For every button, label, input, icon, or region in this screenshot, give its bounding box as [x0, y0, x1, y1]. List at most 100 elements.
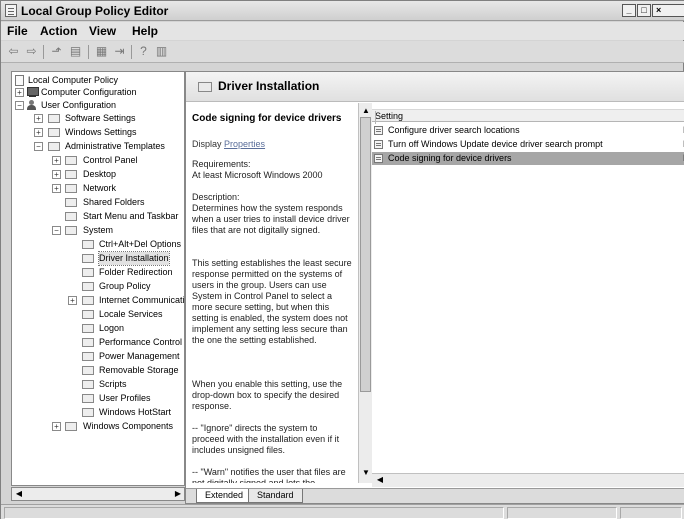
expand-icon[interactable]: +: [52, 422, 61, 431]
display-label: Display: [192, 139, 222, 149]
folder-icon: [82, 282, 94, 291]
tree-item-label: Start Menu and Taskbar: [83, 211, 179, 221]
menu-help[interactable]: Help: [132, 24, 158, 38]
tree-item-label: Windows Components: [83, 421, 174, 431]
list-item-label: Code signing for device drivers: [388, 153, 512, 163]
tab-extended[interactable]: Extended: [196, 489, 253, 503]
list-item-selected[interactable]: Code signing for device drivers N: [372, 152, 684, 165]
setting-icon: [374, 154, 383, 163]
details-header: Driver Installation: [186, 72, 684, 102]
collapse-icon[interactable]: −: [52, 226, 61, 235]
scroll-left-icon[interactable]: ◀: [374, 474, 386, 486]
column-divider[interactable]: [375, 111, 376, 124]
tree-item-label: User Profiles: [99, 393, 151, 403]
list-item-label: Turn off Windows Update device driver se…: [388, 139, 603, 149]
menu-action[interactable]: Action: [40, 24, 77, 38]
folder-icon: [198, 82, 212, 92]
properties-icon[interactable]: ▦: [93, 44, 110, 59]
folder-icon: [65, 170, 77, 179]
folder-icon: [82, 352, 94, 361]
maximize-button[interactable]: □: [637, 4, 651, 17]
expand-icon[interactable]: +: [52, 170, 61, 179]
menu-file[interactable]: File: [7, 24, 28, 38]
collapse-icon[interactable]: −: [15, 101, 24, 110]
tree-item-label: Scripts: [99, 379, 127, 389]
details-pane: Driver Installation Code signing for dev…: [185, 71, 684, 504]
show-hide-tree-icon[interactable]: ▤: [67, 44, 84, 59]
list-horizontal-scrollbar[interactable]: ◀: [372, 473, 684, 487]
folder-icon: [48, 114, 60, 123]
tab-standard[interactable]: Standard: [248, 489, 303, 503]
back-arrow-icon[interactable]: ⇦: [5, 44, 22, 59]
folder-icon: [48, 128, 60, 137]
status-bar: [1, 504, 684, 519]
tree-item-label: Performance Control: [99, 337, 183, 347]
toolbar-separator: [88, 45, 89, 59]
folder-icon: [82, 394, 94, 403]
expand-icon[interactable]: +: [52, 156, 61, 165]
details-folder-title: Driver Installation: [218, 79, 320, 93]
folder-icon: [65, 226, 77, 235]
toolbar-separator: [131, 45, 132, 59]
expand-icon[interactable]: +: [34, 114, 43, 123]
folder-icon: [82, 254, 94, 263]
display-properties-line: Display Properties: [192, 139, 265, 149]
list-item-label: Configure driver search locations: [388, 125, 520, 135]
app-window: Local Group Policy Editor _ □ × File Act…: [0, 0, 684, 519]
user-icon: [26, 100, 39, 111]
folder-icon: [65, 156, 77, 165]
tree-item-label: Shared Folders: [83, 197, 145, 207]
folder-icon: [82, 408, 94, 417]
folder-icon: [82, 240, 94, 249]
show-hide-action-pane-icon[interactable]: ▥: [153, 44, 170, 59]
up-folder-icon[interactable]: ⬏: [48, 44, 65, 59]
expand-icon[interactable]: +: [52, 184, 61, 193]
tree-item-label: Power Management: [99, 351, 180, 361]
scroll-up-icon[interactable]: ▲: [360, 105, 372, 117]
expand-icon[interactable]: +: [68, 296, 77, 305]
setting-icon: [374, 126, 383, 135]
scroll-right-icon[interactable]: ▶: [172, 488, 184, 500]
tree-horizontal-scrollbar[interactable]: ◀ ▶: [11, 487, 185, 501]
folder-icon: [65, 184, 77, 193]
folder-icon: [82, 310, 94, 319]
minimize-button[interactable]: _: [622, 4, 636, 17]
tree-item-label: Locale Services: [99, 309, 163, 319]
list-item[interactable]: Configure driver search locations N: [372, 124, 684, 137]
close-button[interactable]: ×: [652, 4, 684, 17]
selected-setting-title: Code signing for device drivers: [192, 113, 342, 124]
folder-icon: [82, 268, 94, 277]
scroll-down-icon[interactable]: ▼: [360, 467, 372, 479]
properties-link[interactable]: Properties: [224, 139, 265, 149]
status-segment: [620, 507, 682, 519]
folder-icon: [48, 142, 60, 151]
folder-icon: [82, 338, 94, 347]
collapse-icon[interactable]: −: [34, 142, 43, 151]
description-label: Description:: [192, 192, 240, 202]
scroll-left-icon[interactable]: ◀: [13, 488, 25, 500]
expand-icon[interactable]: +: [34, 128, 43, 137]
column-header-setting[interactable]: Setting: [372, 109, 684, 124]
tree-item-label: Group Policy: [99, 281, 151, 291]
tree-item-label: Windows HotStart: [99, 407, 172, 417]
requirements-value: At least Microsoft Windows 2000: [192, 170, 323, 180]
description-vertical-scrollbar[interactable]: ▲ ▼: [358, 103, 372, 483]
tree-item-label: Administrative Templates: [65, 141, 165, 151]
console-tree[interactable]: Local Computer Policy + Computer Configu…: [11, 71, 185, 486]
menu-view[interactable]: View: [89, 24, 116, 38]
forward-arrow-icon[interactable]: ⇨: [23, 44, 40, 59]
expand-icon[interactable]: +: [15, 88, 24, 97]
help-icon[interactable]: ?: [135, 44, 152, 59]
description-paragraph-4: -- "Ignore" directs the system to procee…: [192, 423, 340, 455]
list-item[interactable]: Turn off Windows Update device driver se…: [372, 138, 684, 151]
settings-list[interactable]: Setting Configure driver search location…: [372, 103, 684, 483]
tree-item-label: Logon: [99, 323, 125, 333]
tree-item-label: Desktop: [83, 169, 117, 179]
folder-icon: [82, 366, 94, 375]
folder-icon: [82, 380, 94, 389]
toolbar-separator: [43, 45, 44, 59]
export-list-icon[interactable]: ⇥: [111, 44, 128, 59]
folder-icon: [82, 296, 94, 305]
scrollbar-thumb[interactable]: [360, 117, 371, 392]
tree-item-label: System: [83, 225, 114, 235]
